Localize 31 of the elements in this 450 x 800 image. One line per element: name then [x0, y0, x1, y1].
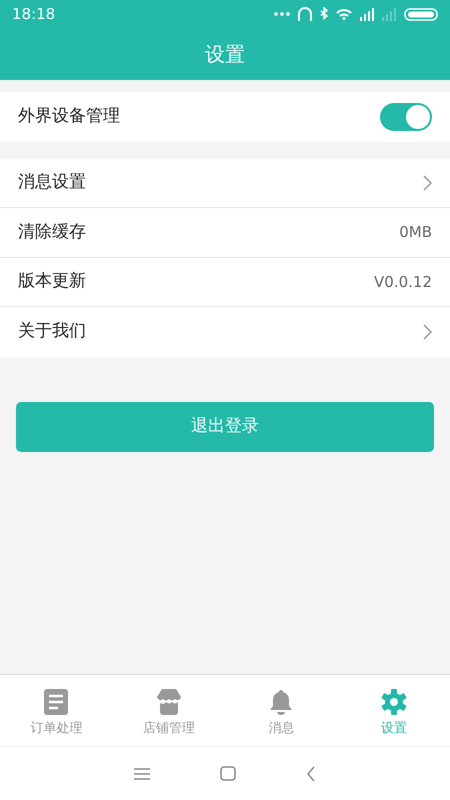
signal-icon — [382, 7, 396, 21]
battery-icon — [404, 8, 438, 20]
chevron-right-icon[interactable] — [423, 174, 432, 191]
tab[interactable]: 设置 — [338, 675, 450, 746]
setting-label: 外界设备管理 — [18, 105, 120, 128]
setting-label: 关于我们 — [18, 320, 86, 343]
page-title: 设置 — [205, 41, 245, 68]
setting-value: 0MB — [399, 222, 432, 243]
wifi-icon — [336, 8, 352, 20]
toggle-switch[interactable] — [380, 102, 432, 131]
setting-label: 清除缓存 — [18, 220, 86, 244]
bell-icon — [268, 689, 294, 715]
chevron-right-icon[interactable] — [423, 324, 432, 340]
setting-label: 版本更新 — [18, 270, 86, 293]
home-icon[interactable] — [220, 766, 236, 781]
settings-icon — [380, 689, 407, 715]
document-icon — [44, 689, 68, 715]
back-icon[interactable] — [306, 766, 316, 782]
store-icon — [156, 689, 181, 715]
setting-value: V0.0.12 — [374, 272, 432, 292]
signal-icon — [360, 7, 374, 21]
tab[interactable]: 订单处理 — [0, 675, 112, 746]
status-time: 18:18 — [12, 4, 56, 25]
setting-label: 消息设置 — [18, 171, 86, 194]
headphones-icon — [298, 7, 312, 21]
tab[interactable]: 店铺管理 — [112, 675, 225, 746]
tab[interactable]: 消息 — [225, 675, 338, 746]
bluetooth-icon — [320, 7, 328, 21]
menu-icon[interactable] — [134, 768, 150, 780]
logout-button[interactable]: 退出登录 — [16, 402, 434, 452]
more-dots-icon — [274, 12, 290, 16]
